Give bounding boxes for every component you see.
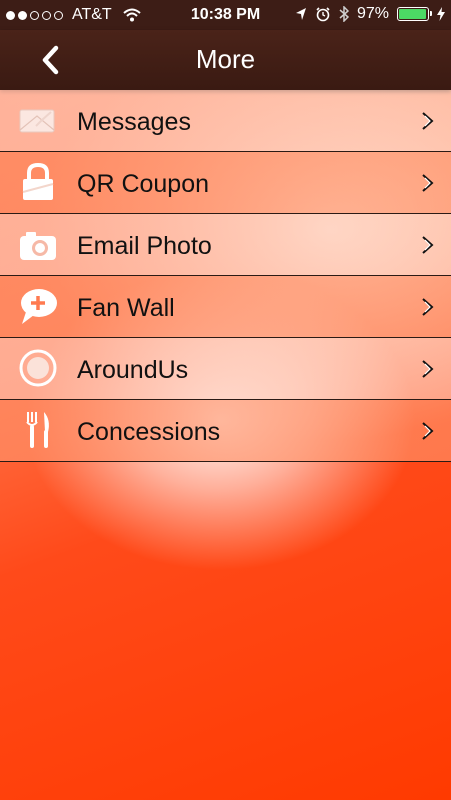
menu-list: Messages QR Coupon Email Photo Fan Wall … [0, 90, 451, 462]
chevron-right-icon [422, 112, 434, 130]
camera-icon [20, 232, 56, 260]
navigation-bar: More [0, 30, 451, 90]
speech-bubble-plus-icon [21, 289, 57, 324]
menu-item-concessions[interactable]: Concessions [0, 400, 451, 462]
menu-item-label: Concessions [77, 418, 221, 446]
battery-icon [397, 7, 432, 21]
charging-bolt-icon [437, 7, 445, 21]
chevron-right-icon [422, 422, 434, 440]
page-title: More [195, 44, 256, 74]
envelope-icon [19, 109, 55, 133]
menu-item-label: AroundUs [77, 356, 189, 384]
status-right: 97% [295, 5, 445, 23]
location-arrow-icon [295, 8, 306, 20]
bluetooth-icon [339, 6, 349, 22]
compass-icon [19, 349, 57, 387]
menu-item-fan-wall[interactable]: Fan Wall [0, 276, 451, 338]
chevron-right-icon [422, 360, 434, 378]
menu-item-label: Fan Wall [77, 294, 175, 322]
alarm-clock-icon [316, 7, 330, 22]
fork-knife-icon [26, 412, 49, 448]
menu-item-email-photo[interactable]: Email Photo [0, 214, 451, 276]
status-bar: AT&T 10:38 PM 97% [0, 0, 451, 30]
menu-item-label: Email Photo [77, 232, 212, 260]
battery-percent: 97% [356, 5, 389, 22]
chevron-right-icon [422, 298, 434, 316]
chevron-right-icon [422, 174, 434, 192]
menu-item-aroundus[interactable]: AroundUs [0, 338, 451, 400]
battery-fill [399, 9, 427, 19]
menu-item-messages[interactable]: Messages [0, 90, 451, 152]
menu-item-qr-coupon[interactable]: QR Coupon [0, 152, 451, 214]
lock-icon [22, 162, 54, 200]
menu-item-label: QR Coupon [77, 170, 210, 198]
chevron-right-icon [422, 236, 434, 254]
menu-item-label: Messages [77, 108, 191, 136]
